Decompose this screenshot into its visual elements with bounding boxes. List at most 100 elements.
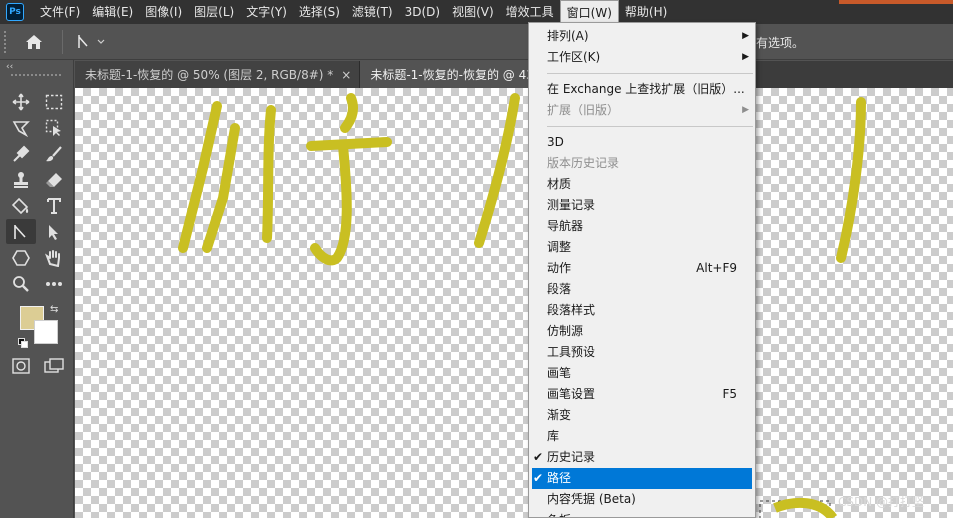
menu-item-brushes[interactable]: 画笔 [529, 363, 755, 384]
tools-panel-grip[interactable] [11, 74, 61, 78]
menu-item-libraries[interactable]: 库 [529, 426, 755, 447]
menu-view[interactable]: 视图(V) [446, 0, 500, 24]
menu-edit[interactable]: 编辑(E) [86, 0, 139, 24]
path-select-icon [78, 34, 88, 48]
menu-item-label: 版本历史记录 [547, 156, 620, 170]
home-button[interactable] [20, 28, 48, 56]
shape-tool[interactable] [6, 245, 36, 270]
menu-item-paragraph-styles[interactable]: 段落样式 [529, 300, 755, 321]
path-select-icon [14, 224, 26, 239]
paint-bucket-icon [12, 197, 29, 214]
menu-item-label: 动作 [547, 261, 572, 275]
swap-colors-icon[interactable]: ⇆ [50, 304, 58, 315]
menu-item-navigator[interactable]: 导航器 [529, 216, 755, 237]
brush-tool[interactable] [39, 141, 69, 166]
artwork-strokes [178, 93, 866, 518]
menu-type[interactable]: 文字(Y) [240, 0, 293, 24]
document-canvas[interactable] [75, 88, 953, 518]
screen-mode-button[interactable] [39, 353, 69, 378]
menu-item-brush-settings[interactable]: 画笔设置 F5 [529, 384, 755, 405]
ellipsis-icon [46, 281, 62, 286]
zoom-icon [13, 275, 29, 292]
menu-item-actions[interactable]: 动作 Alt+F9 [529, 258, 755, 279]
menu-item-paragraph[interactable]: 段落 [529, 279, 755, 300]
more-tools[interactable] [39, 271, 69, 296]
document-tab-1[interactable]: 未标题-1-恢复的 @ 50% (图层 2, RGB/8#) * × [75, 61, 361, 88]
menu-item-content-credentials[interactable]: 内容凭据 (Beta) [529, 489, 755, 510]
document-tab-label: 未标题-1-恢复的 @ 50% (图层 2, RGB/8#) * [85, 68, 334, 82]
menu-plugins[interactable]: 增效工具 [500, 0, 560, 24]
menu-select[interactable]: 选择(S) [293, 0, 346, 24]
menu-item-label: 工作区(K) [547, 50, 601, 64]
menu-window[interactable]: 窗口(W) [559, 0, 619, 24]
menu-item-label: 排列(A) [547, 29, 589, 43]
submenu-arrow-icon: ▶ [742, 105, 749, 115]
menu-item-adjustments[interactable]: 调整 [529, 237, 755, 258]
quick-mask-button[interactable] [6, 353, 36, 378]
stamp-tool[interactable] [6, 167, 36, 192]
screen-mode-icon [44, 357, 64, 373]
menu-item-measurement-log[interactable]: 测量记录 [529, 195, 755, 216]
move-icon [12, 93, 30, 110]
hexagon-icon [12, 249, 30, 266]
default-colors-icon[interactable] [18, 338, 28, 348]
zoom-tool[interactable] [6, 271, 36, 296]
menu-item-gradients[interactable]: 渐变 [529, 405, 755, 426]
menu-item-swatches[interactable]: 色板 [529, 510, 755, 517]
menu-item-materials[interactable]: 材质 [529, 174, 755, 195]
menu-item-workspace[interactable]: 工作区(K) ▶ [529, 47, 755, 68]
marquee-tool[interactable] [39, 89, 69, 114]
object-select-tool[interactable] [39, 115, 69, 140]
type-tool[interactable] [39, 193, 69, 218]
menu-filter[interactable]: 滤镜(T) [346, 0, 399, 24]
menu-image[interactable]: 图像(I) [139, 0, 188, 24]
titlebar-accent [839, 0, 953, 4]
photoshop-window: Ps 文件(F) 编辑(E) 图像(I) 图层(L) 文字(Y) 选择(S) 滤… [0, 0, 953, 518]
window-menu-dropdown: 排列(A) ▶ 工作区(K) ▶ 在 Exchange 上查找扩展（旧版）...… [528, 22, 756, 518]
options-bar: 有选项。 [0, 24, 953, 60]
menu-item-label: 路径 [547, 471, 572, 485]
eyedropper-icon [13, 145, 30, 162]
lasso-icon [12, 120, 30, 137]
move-tool[interactable] [6, 89, 36, 114]
menu-item-paths[interactable]: ✔ 路径 [532, 468, 752, 489]
menu-item-find-extensions[interactable]: 在 Exchange 上查找扩展（旧版）... [529, 79, 755, 100]
close-icon[interactable]: × [341, 68, 351, 82]
background-color-swatch[interactable] [34, 320, 58, 344]
lasso-tool[interactable] [6, 115, 36, 140]
menu-item-label: 段落样式 [547, 303, 596, 317]
menu-item-clone-source[interactable]: 仿制源 [529, 321, 755, 342]
menu-3d[interactable]: 3D(D) [399, 0, 446, 24]
menu-item-label: 导航器 [547, 219, 584, 233]
menu-item-label: 画笔 [547, 366, 572, 380]
type-icon [47, 197, 61, 214]
hand-tool[interactable] [39, 245, 69, 270]
menu-item-label: 调整 [547, 240, 572, 254]
hand-icon [45, 249, 60, 267]
path-select-tool[interactable] [6, 219, 36, 244]
menu-item-label: 内容凭据 (Beta) [547, 492, 636, 506]
menu-item-3d[interactable]: 3D [529, 132, 755, 153]
menu-item-history[interactable]: ✔ 历史记录 [529, 447, 755, 468]
object-select-icon [45, 119, 61, 136]
collapse-panel-icon[interactable]: ‹‹ [6, 62, 13, 72]
menu-item-tool-presets[interactable]: 工具预设 [529, 342, 755, 363]
tools-panel: ‹‹ ⇆ [0, 60, 74, 518]
menu-item-label: 历史记录 [547, 450, 596, 464]
menu-separator [547, 73, 753, 74]
menu-item-label: 渐变 [547, 408, 572, 422]
eraser-tool[interactable] [39, 167, 69, 192]
home-icon [26, 34, 42, 49]
tool-preset-picker[interactable] [77, 34, 105, 50]
menu-layer[interactable]: 图层(L) [188, 0, 240, 24]
direct-select-icon [49, 224, 58, 240]
menu-help[interactable]: 帮助(H) [619, 0, 673, 24]
menu-item-label: 仿制源 [547, 324, 584, 338]
options-bar-grip[interactable] [4, 30, 8, 53]
direct-select-tool[interactable] [39, 219, 69, 244]
eyedropper-tool[interactable] [6, 141, 36, 166]
menu-item-arrange[interactable]: 排列(A) ▶ [529, 26, 755, 47]
menu-file[interactable]: 文件(F) [34, 0, 86, 24]
paint-bucket-tool[interactable] [6, 193, 36, 218]
document-tabs: 未标题-1-恢复的 @ 50% (图层 2, RGB/8#) * × 未标题-1… [75, 61, 953, 88]
